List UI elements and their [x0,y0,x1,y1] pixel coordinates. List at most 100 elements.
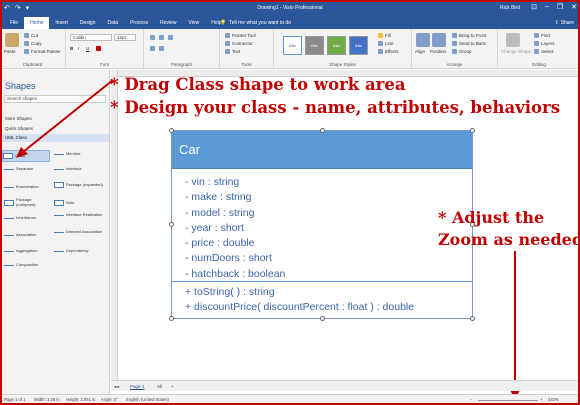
stencil-aggregation[interactable]: Aggregation [4,248,38,254]
attribute-row[interactable]: - vin : string [185,175,472,190]
stencil-directed-association[interactable]: Directed Association [54,229,106,235]
position-icon[interactable] [432,33,446,47]
stencil-class[interactable]: Class [2,150,50,162]
indent-icon[interactable] [159,46,164,51]
group-button[interactable]: Group [452,49,472,54]
italic-icon[interactable]: I [78,46,79,51]
resize-handle[interactable] [320,128,325,133]
align-right-icon[interactable] [168,35,173,40]
tab-insert[interactable]: Insert [49,17,74,29]
uml-class-shape[interactable]: Car - vin : string - make : string - mod… [171,130,473,319]
zoom-out-icon[interactable]: – [470,395,472,405]
tab-data[interactable]: Data [102,17,125,29]
connector-button[interactable]: Connector [225,41,253,46]
change-shape-button[interactable]: Change Shape [501,49,531,54]
more-shapes-link[interactable]: More Shapes [5,116,32,121]
format-painter-button[interactable]: Format Painter [24,49,61,54]
bring-to-front-button[interactable]: Bring to Front [452,33,486,38]
send-to-back-button[interactable]: Send to Back [452,41,486,46]
operation-row[interactable]: + toString( ) : string [185,285,472,300]
stencil-package-collapsed[interactable]: Package (collapsed) [4,197,50,207]
attribute-row[interactable]: - year : short [185,221,472,236]
stencil-interface[interactable]: Interface [54,166,82,172]
minimize-icon[interactable]: – [545,3,549,11]
pointer-tool-button[interactable]: Pointer Tool [225,33,256,38]
close-icon[interactable]: ✕ [571,3,577,11]
tab-design[interactable]: Design [74,17,102,29]
resize-handle[interactable] [169,316,174,321]
quick-shapes-link[interactable]: Quick Shapes [5,126,33,131]
stencil-separator[interactable]: Separator [4,166,34,172]
style-swatch-1[interactable]: Abc [283,36,302,55]
resize-handle[interactable] [169,128,174,133]
effects-button[interactable]: Effects [378,49,399,54]
align-icon[interactable] [416,33,430,47]
change-shape-icon[interactable] [506,33,520,47]
share-button[interactable]: ⇪ Share [554,17,574,29]
select-button[interactable]: Select [534,49,554,54]
status-page[interactable]: Page 1 of 1 [4,395,25,405]
stencil-dependency[interactable]: Dependency [54,248,88,254]
stencil-enumeration[interactable]: Enumeration [4,184,39,190]
search-shapes-input[interactable]: Search shapes [4,95,106,103]
paste-button[interactable]: Paste [4,49,16,54]
attribute-row[interactable]: - make : string [185,190,472,205]
user-name[interactable]: Rick Bird [500,5,520,11]
uml-class-stencil-header[interactable]: UML Class [0,134,109,142]
stencil-composition[interactable]: Composition [4,262,38,268]
page-tab[interactable]: Page-1 [130,381,145,392]
ribbon-display-icon[interactable]: ⊡ [531,3,537,11]
underline-icon[interactable]: U [86,46,89,51]
tab-file[interactable]: File [4,17,24,29]
zoom-level[interactable]: 242% [548,395,559,405]
position-button[interactable]: Position [430,49,446,54]
style-swatch-3[interactable]: Abc [327,36,346,55]
class-operations[interactable]: + toString( ) : string + discountPrice( … [172,282,472,316]
align-button[interactable]: Align [415,49,425,54]
resize-handle[interactable] [169,222,174,227]
class-attributes[interactable]: - vin : string - make : string - model :… [172,169,472,282]
tab-process[interactable]: Process [124,17,154,29]
page-nav-icon[interactable]: ◂ ▸ [114,381,120,392]
align-left-icon[interactable] [150,35,155,40]
font-family-select[interactable]: Calibri [70,34,112,41]
style-swatch-4[interactable]: Abc [349,36,368,55]
tell-me-box[interactable]: 💡 Tell me what you want to do [220,17,291,29]
resize-handle[interactable] [320,316,325,321]
add-page-icon[interactable]: + [171,381,174,392]
stencil-note[interactable]: Note [54,200,74,206]
zoom-in-icon[interactable]: + [540,395,542,405]
resize-handle[interactable] [470,316,475,321]
find-button[interactable]: Find [534,33,550,38]
paste-icon[interactable] [5,33,19,47]
attribute-row[interactable]: - price : double [185,236,472,251]
status-language[interactable]: English (United States) [126,395,169,405]
bullets-icon[interactable] [150,46,155,51]
font-color-icon[interactable] [96,46,101,51]
tab-view[interactable]: View [183,17,206,29]
align-center-icon[interactable] [159,35,164,40]
text-tool-button[interactable]: Text [225,49,240,54]
layers-button[interactable]: Layers [534,41,555,46]
stencil-association[interactable]: Association [4,232,36,238]
resize-handle[interactable] [470,128,475,133]
all-pages-tab[interactable]: All [157,381,162,392]
line-button[interactable]: Line [378,41,394,46]
attribute-row[interactable]: - model : string [185,206,472,221]
zoom-slider[interactable] [478,400,538,401]
font-size-select[interactable]: 12pt. [114,34,136,41]
stencil-interface-realization[interactable]: Interface Realization [54,212,106,218]
stencil-package-expanded[interactable]: Package (expanded) [54,182,106,188]
attribute-row[interactable]: - numDoors : short [185,251,472,266]
tab-home[interactable]: Home [24,17,50,29]
operation-row[interactable]: + discountPrice( discountPercent : float… [185,300,472,315]
stencil-inheritance[interactable]: Inheritance [4,215,36,221]
tab-review[interactable]: Review [154,17,182,29]
attribute-row[interactable]: - hatchback : boolean [185,267,472,282]
copy-button[interactable]: Copy [24,41,42,46]
class-name[interactable]: Car [172,131,472,169]
style-swatch-2[interactable]: Abc [305,36,324,55]
maximize-icon[interactable]: ❐ [557,3,563,11]
bold-icon[interactable]: B [70,46,73,51]
fill-button[interactable]: Fill [378,33,391,38]
